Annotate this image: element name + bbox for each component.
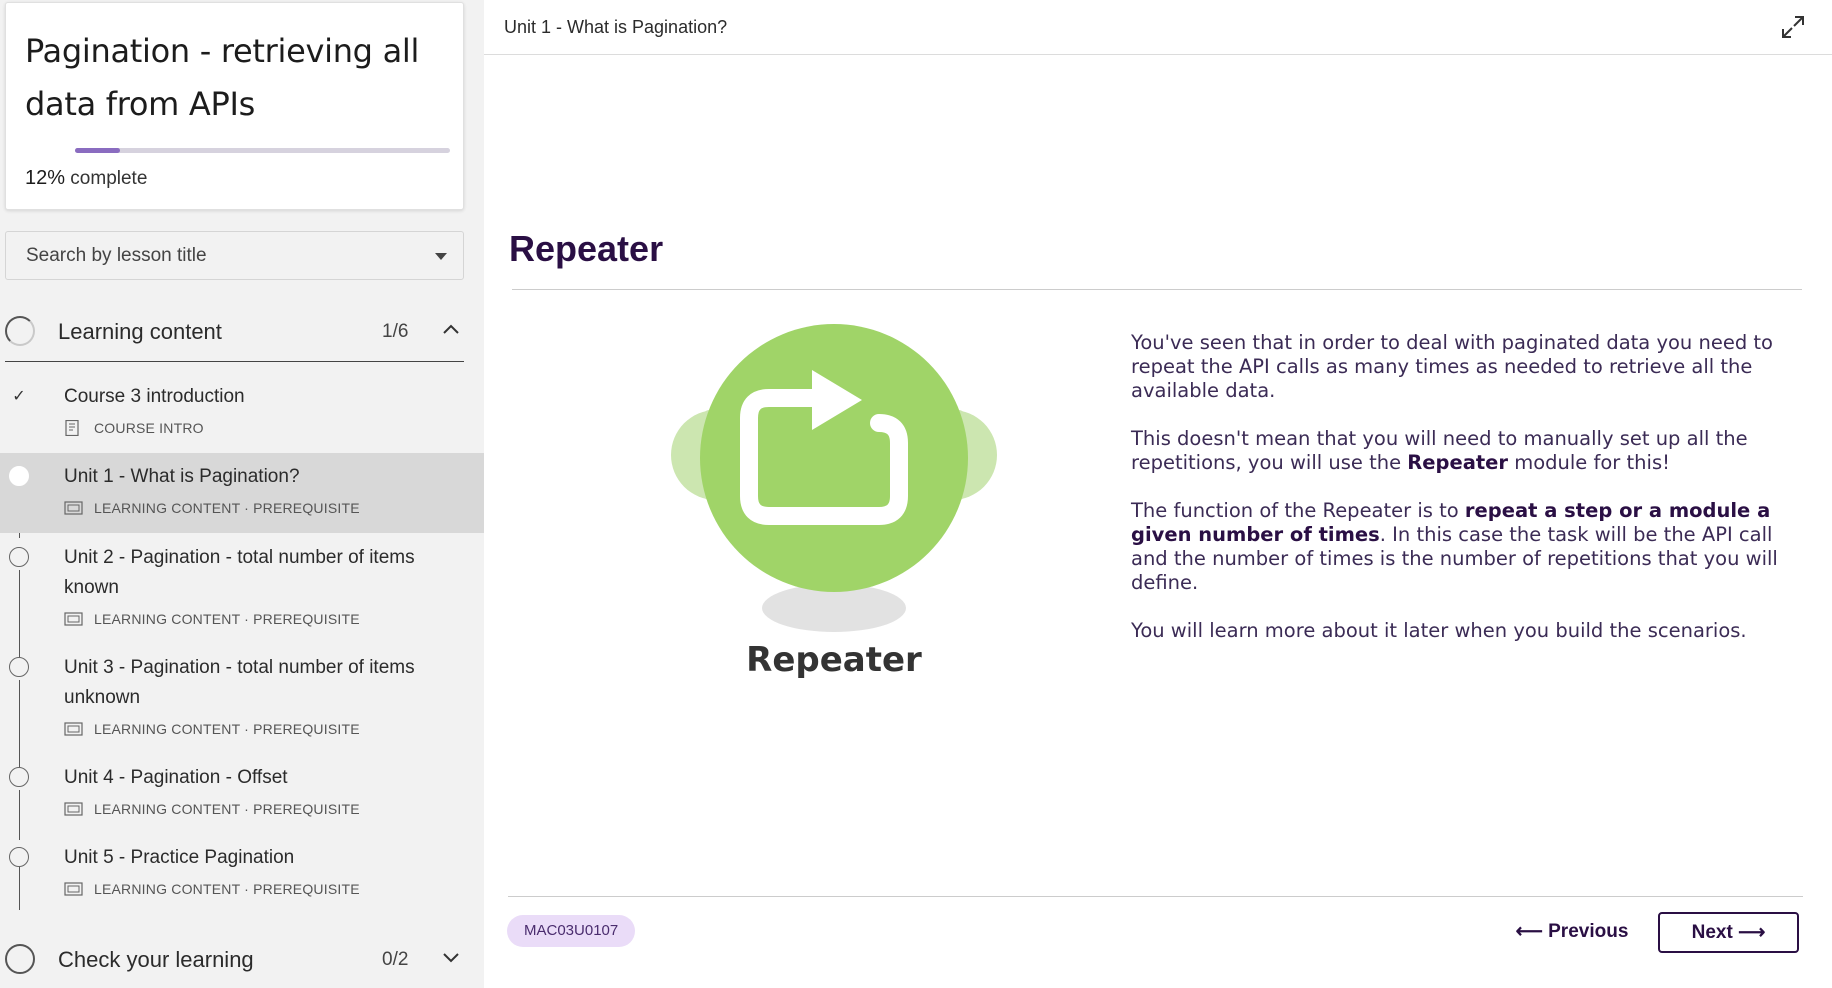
arrow-left-icon: ⟵ (1515, 921, 1543, 942)
p2-bold: Repeater (1407, 451, 1509, 474)
section-header-check-your-learning[interactable]: Check your learning 0/2 (0, 934, 464, 984)
repeater-illustration: Repeater (634, 318, 1034, 688)
section-count: 1/6 (382, 321, 409, 342)
section-label: Learning content (58, 319, 222, 344)
course-summary-card: Pagination - retrieving all data from AP… (5, 2, 464, 210)
illustration-caption: Repeater (746, 640, 922, 680)
lesson-meta-text: LEARNING CONTENT · PREREQUISITE (94, 881, 360, 897)
lesson-breadcrumb: Unit 1 - What is Pagination? (504, 17, 728, 37)
lesson-title: Unit 3 - Pagination - total number of it… (64, 657, 415, 708)
slides-icon (64, 501, 83, 515)
course-progress-text: 12% complete (25, 167, 147, 190)
progress-percent: 12% (25, 167, 66, 189)
lesson-status-node (9, 847, 29, 867)
progress-suffix: complete (65, 168, 148, 189)
lesson-content-panel: Unit 1 - What is Pagination? Repeater Re… (484, 0, 1832, 988)
progress-ring-icon (5, 316, 35, 346)
lesson-item-course-intro[interactable]: ✓ Course 3 introduction COURSE INTRO (0, 376, 484, 452)
lesson-item-unit-3[interactable]: Unit 3 - Pagination - total number of it… (0, 643, 484, 753)
lesson-code-badge: MAC03U0107 (507, 915, 636, 947)
course-progress-fill (75, 148, 120, 153)
document-icon (65, 420, 79, 436)
lesson-meta-text: LEARNING CONTENT · PREREQUISITE (94, 500, 360, 516)
lesson-search-dropdown[interactable]: Search by lesson title (5, 231, 464, 280)
p2-text-end: module for this! (1508, 451, 1670, 474)
p3-text: The function of the Repeater is to (1131, 499, 1465, 522)
course-title: Pagination - retrieving all data from AP… (25, 32, 420, 123)
lesson-title: Unit 5 - Practice Pagination (64, 847, 295, 868)
slides-icon (64, 722, 83, 736)
lesson-title: Unit 1 - What is Pagination? (64, 466, 300, 487)
lesson-status-node (9, 767, 29, 787)
lesson-item-unit-4[interactable]: Unit 4 - Pagination - Offset LEARNING CO… (0, 753, 484, 833)
chevron-down-icon[interactable] (440, 946, 462, 968)
expand-icon[interactable] (1780, 14, 1806, 40)
lesson-item-unit-1[interactable]: Unit 1 - What is Pagination? LEARNING CO… (0, 453, 484, 533)
lesson-meta: LEARNING CONTENT · PREREQUISITE (64, 611, 360, 627)
caret-down-icon (435, 253, 447, 260)
lesson-body-text: You've seen that in order to deal with p… (1131, 331, 1791, 667)
slides-icon (64, 882, 83, 896)
section-label: Check your learning (58, 947, 254, 972)
lesson-meta: LEARNING CONTENT · PREREQUISITE (64, 881, 360, 897)
lesson-title: Course 3 introduction (64, 386, 245, 407)
lesson-meta: LEARNING CONTENT · PREREQUISITE (64, 721, 360, 737)
progress-ring-icon (5, 944, 35, 974)
lesson-meta: LEARNING CONTENT · PREREQUISITE (64, 500, 360, 516)
lesson-item-unit-5[interactable]: Unit 5 - Practice Pagination LEARNING CO… (0, 833, 484, 913)
section-header-learning-content[interactable]: Learning content 1/6 (0, 306, 464, 356)
section-divider (5, 361, 464, 362)
lesson-meta-text: LEARNING CONTENT · PREREQUISITE (94, 801, 360, 817)
lesson-status-node (9, 466, 29, 486)
lesson-meta-text: LEARNING CONTENT · PREREQUISITE (94, 611, 360, 627)
lesson-status-node (9, 547, 29, 567)
slides-icon (64, 612, 83, 626)
lesson-meta: LEARNING CONTENT · PREREQUISITE (64, 801, 360, 817)
paragraph-4: You will learn more about it later when … (1131, 619, 1747, 642)
lesson-item-unit-2[interactable]: Unit 2 - Pagination - total number of it… (0, 533, 484, 643)
lesson-title: Unit 4 - Pagination - Offset (64, 767, 288, 788)
lesson-meta-text: LEARNING CONTENT · PREREQUISITE (94, 721, 360, 737)
next-button[interactable]: Next ⟶ (1658, 912, 1799, 953)
chevron-up-icon[interactable] (440, 318, 462, 340)
previous-button[interactable]: ⟵ Previous (1512, 913, 1632, 951)
lesson-meta-text: COURSE INTRO (94, 420, 204, 436)
paragraph-1: You've seen that in order to deal with p… (1131, 331, 1773, 402)
repeater-module-icon (671, 324, 997, 632)
paragraph-3: The function of the Repeater is to repea… (1131, 499, 1791, 595)
lesson-topbar: Unit 1 - What is Pagination? (484, 0, 1832, 55)
course-sidebar: Pagination - retrieving all data from AP… (0, 0, 484, 988)
heading-divider (512, 289, 1802, 290)
paragraph-2: This doesn't mean that you will need to … (1131, 427, 1791, 475)
course-progress-bar (75, 148, 450, 153)
footer-divider (508, 896, 1803, 897)
next-label: Next (1691, 922, 1733, 943)
section-count: 0/2 (382, 949, 409, 970)
checkmark-icon: ✓ (12, 388, 26, 405)
lesson-meta: COURSE INTRO (64, 420, 204, 436)
lesson-search-placeholder: Search by lesson title (26, 245, 207, 266)
previous-label: Previous (1548, 921, 1629, 942)
lesson-status-node (9, 657, 29, 677)
slides-icon (64, 802, 83, 816)
lesson-title: Unit 2 - Pagination - total number of it… (64, 547, 415, 598)
lesson-heading: Repeater (509, 228, 664, 269)
arrow-right-icon: ⟶ (1738, 922, 1766, 943)
